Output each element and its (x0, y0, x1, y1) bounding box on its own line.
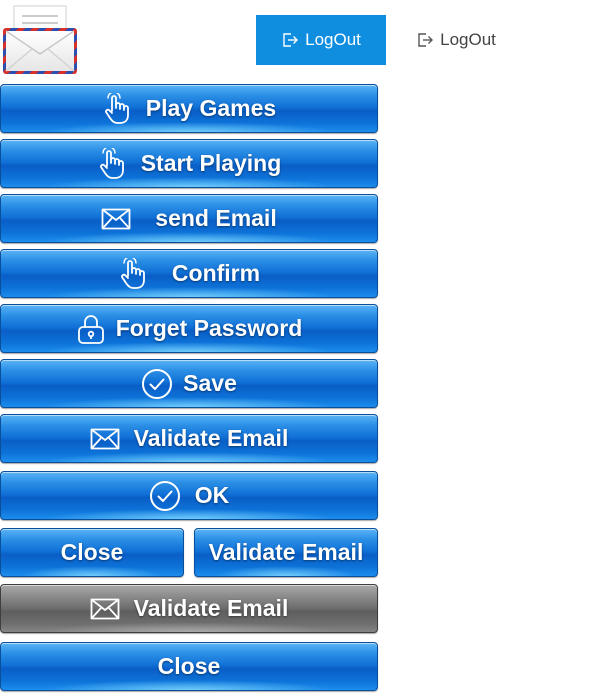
hand-pointer-icon (97, 147, 127, 180)
play-games-button[interactable]: Play Games (0, 84, 378, 133)
ok-label: OK (194, 482, 230, 508)
lock-icon (76, 313, 106, 345)
validate-email-label: Validate Email (208, 539, 364, 565)
logout-link-button[interactable]: LogOut (396, 15, 516, 65)
envelope-icon (90, 428, 120, 450)
confirm-button[interactable]: Confirm (0, 249, 378, 298)
close-button-full[interactable]: Close (0, 642, 378, 691)
validate-email-button-half[interactable]: Validate Email (194, 528, 378, 577)
envelope-icon (101, 208, 131, 230)
logout-icon (416, 31, 434, 49)
save-label: Save (183, 370, 237, 396)
validate-email-label: Validate Email (133, 595, 289, 621)
close-button[interactable]: Close (0, 528, 184, 577)
check-circle-icon (149, 480, 181, 512)
forget-password-label: Forget Password (115, 315, 303, 341)
envelope-icon (90, 598, 120, 620)
confirm-label: Confirm (171, 260, 261, 286)
hand-pointer-icon (102, 92, 132, 125)
start-playing-label: Start Playing (140, 150, 282, 176)
logout-icon (281, 31, 299, 49)
close-label: Close (157, 653, 221, 679)
send-email-button[interactable]: send Email (0, 194, 378, 243)
play-games-label: Play Games (145, 95, 277, 121)
hand-pointer-icon (118, 257, 148, 290)
mail-envelope-icon (2, 2, 78, 78)
ok-button[interactable]: OK (0, 471, 378, 520)
validate-email-button[interactable]: Validate Email (0, 414, 378, 463)
close-label: Close (60, 539, 124, 565)
start-playing-button[interactable]: Start Playing (0, 139, 378, 188)
logout-button[interactable]: LogOut (256, 15, 386, 65)
save-button[interactable]: Save (0, 359, 378, 408)
send-email-label: send Email (155, 205, 277, 231)
logout-button-label: LogOut (305, 30, 361, 49)
check-circle-icon (141, 368, 173, 400)
validate-email-button-disabled[interactable]: Validate Email (0, 584, 378, 633)
logout-link-label: LogOut (440, 30, 496, 49)
validate-email-label: Validate Email (133, 425, 289, 451)
forget-password-button[interactable]: Forget Password (0, 304, 378, 353)
